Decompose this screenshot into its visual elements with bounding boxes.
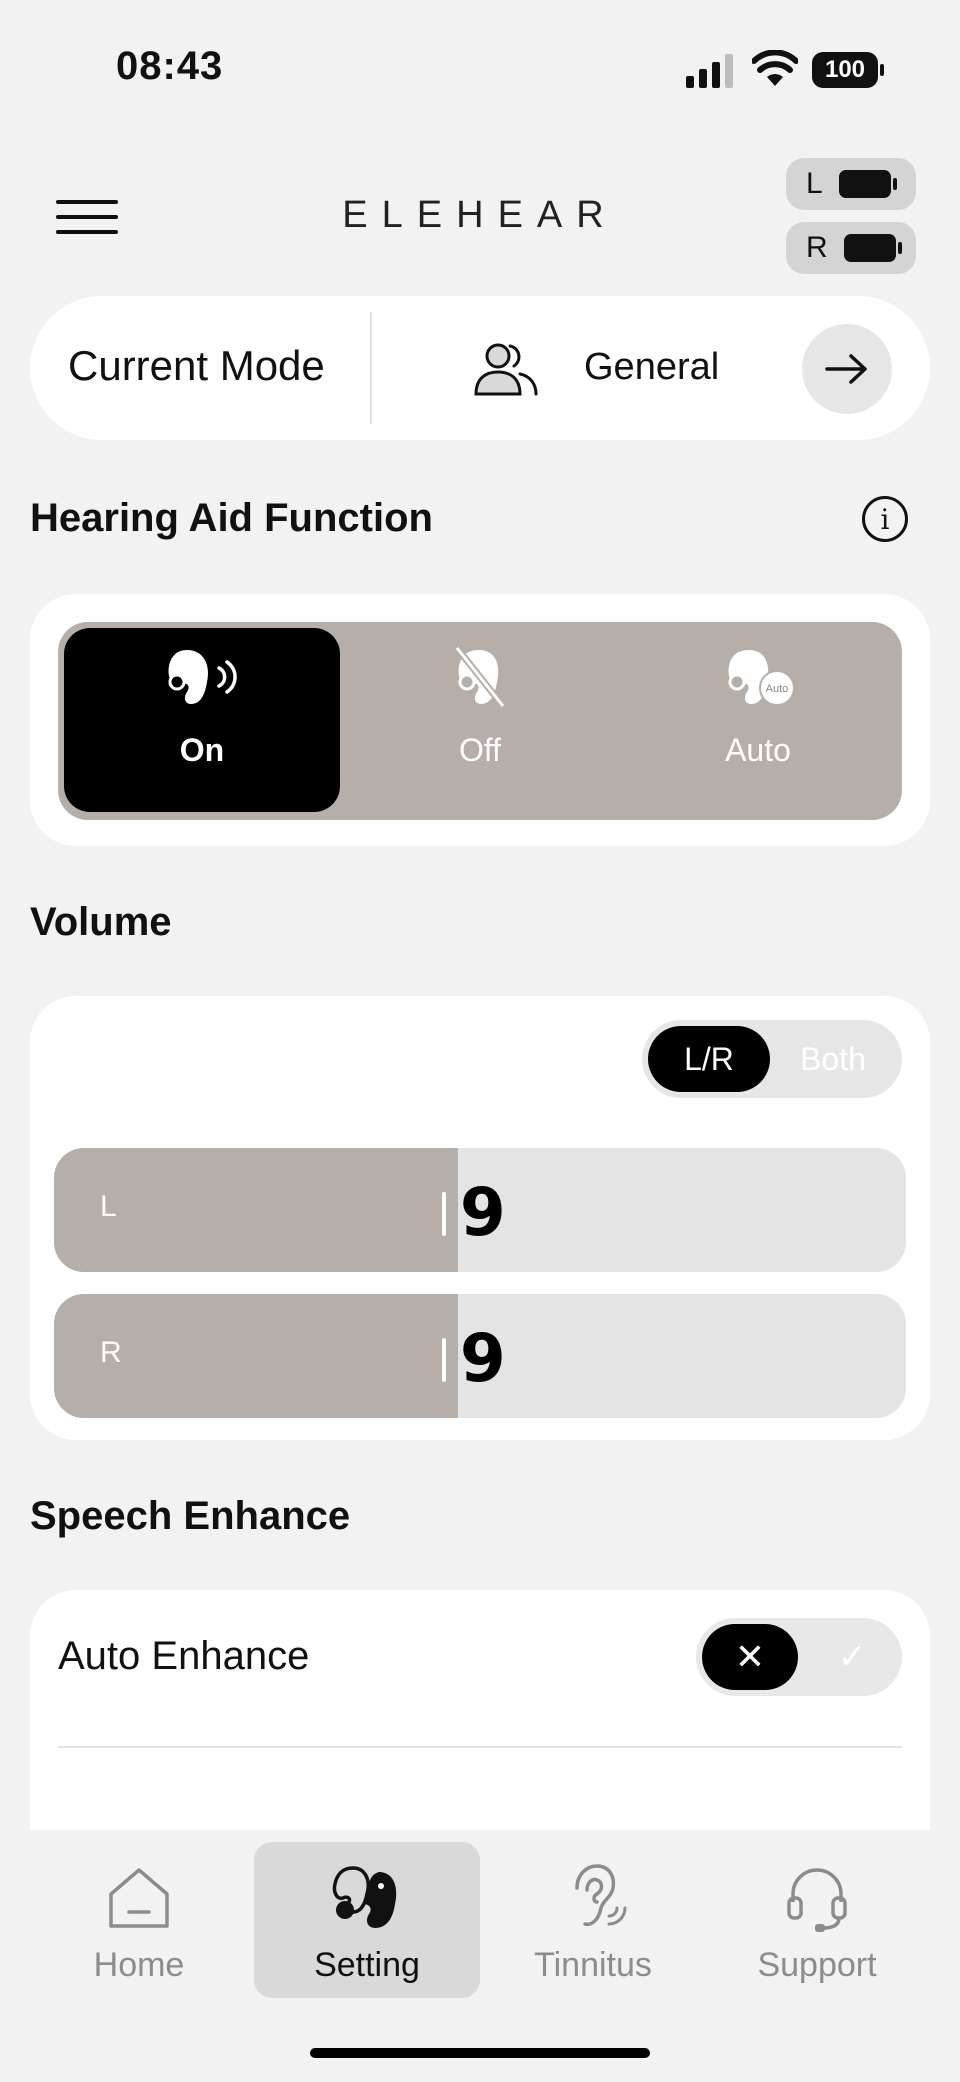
hearing-aid-off-option[interactable]: Off — [342, 628, 618, 812]
hearing-aid-auto-icon: Auto — [728, 650, 795, 706]
hearing-aid-sound-icon — [168, 650, 237, 704]
volume-title: Volume — [30, 900, 172, 944]
hearing-aid-auto-option[interactable]: Auto Auto — [620, 628, 896, 812]
tab-setting[interactable]: Setting — [254, 1842, 480, 1998]
hearing-aid-on-option[interactable]: On — [64, 628, 340, 812]
hearing-aids-icon — [332, 1866, 397, 1928]
battery-icon — [838, 170, 897, 198]
left-volume-handle[interactable] — [441, 1192, 446, 1236]
left-volume-value: 9 — [459, 1174, 506, 1251]
tab-setting-label: Setting — [314, 1946, 420, 1984]
hearing-aid-title: Hearing Aid Function — [30, 496, 433, 540]
battery-icon — [843, 234, 902, 262]
speech-enhance-title: Speech Enhance — [30, 1494, 351, 1538]
hearing-aid-off-icon — [454, 645, 506, 709]
toggle-off-icon[interactable]: ✕ — [702, 1624, 798, 1690]
ear-icon — [575, 1864, 627, 1927]
headset-icon — [787, 1868, 847, 1932]
people-icon — [474, 343, 538, 396]
right-earbud-battery: R — [786, 222, 916, 274]
tab-support[interactable]: Support — [704, 1842, 930, 1998]
right-volume-handle[interactable] — [441, 1338, 446, 1382]
status-time: 08:43 — [116, 44, 224, 88]
home-icon — [109, 1868, 169, 1928]
arrow-right-icon — [825, 354, 867, 384]
tab-tinnitus[interactable]: Tinnitus — [480, 1842, 706, 1998]
toggle-on-icon[interactable]: ✓ — [808, 1624, 896, 1690]
home-indicator — [310, 2048, 650, 2058]
right-volume-slider[interactable]: R 9 — [54, 1294, 906, 1418]
tab-tinnitus-label: Tinnitus — [534, 1946, 652, 1984]
right-volume-value: 9 — [459, 1320, 506, 1397]
right-volume-label: R — [100, 1336, 122, 1369]
info-icon[interactable]: i — [862, 496, 908, 542]
left-earbud-battery: L — [786, 158, 916, 210]
right-earbud-label: R — [806, 231, 828, 264]
both-option[interactable]: Both — [770, 1026, 896, 1092]
current-mode-label: Current Mode — [68, 342, 325, 389]
auto-badge-text: Auto — [766, 683, 789, 695]
tab-home-label: Home — [93, 1946, 185, 1984]
mode-arrow-button[interactable] — [802, 324, 892, 414]
left-volume-label: L — [100, 1190, 117, 1223]
auto-enhance-label: Auto Enhance — [58, 1634, 310, 1678]
cellular-signal-icon — [686, 54, 733, 88]
hearing-aid-on-label: On — [179, 732, 225, 768]
hearing-aid-off-label: Off — [458, 732, 502, 768]
battery-indicator: 100 — [812, 52, 884, 88]
wifi-icon — [752, 50, 798, 86]
tab-home[interactable]: Home — [26, 1842, 252, 1998]
left-volume-slider[interactable]: L 9 — [54, 1148, 906, 1272]
left-earbud-label: L — [806, 167, 823, 200]
menu-icon[interactable] — [56, 200, 118, 234]
divider — [58, 1746, 902, 1748]
hearing-aid-auto-label: Auto — [725, 732, 791, 768]
current-mode-name: General — [584, 346, 720, 388]
divider — [370, 312, 372, 424]
tab-support-label: Support — [757, 1946, 877, 1984]
lr-option[interactable]: L/R — [648, 1026, 770, 1092]
app-logo: ELEHEAR — [342, 194, 618, 236]
